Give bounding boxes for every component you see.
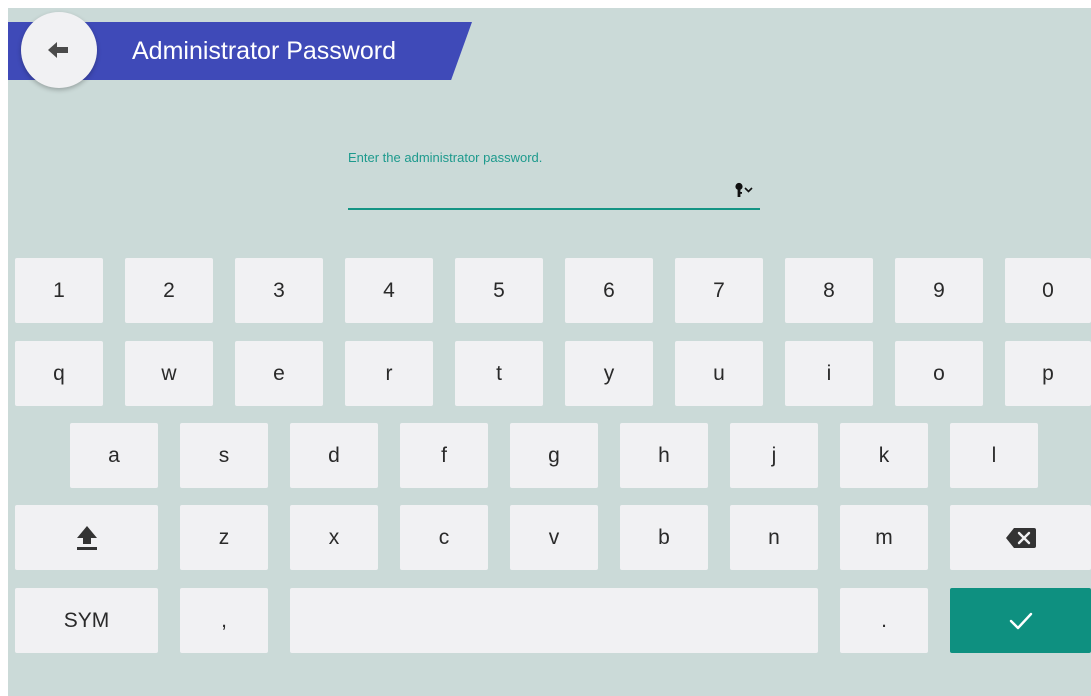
key-label: 1	[53, 278, 65, 302]
key-k[interactable]: k	[840, 423, 928, 488]
key-label: e	[273, 361, 285, 385]
sym-key[interactable]: SYM	[15, 588, 158, 653]
key-j[interactable]: j	[730, 423, 818, 488]
key-label: 9	[933, 278, 945, 302]
key-label: l	[991, 443, 997, 467]
key-c[interactable]: c	[400, 505, 488, 570]
key-label: a	[108, 443, 120, 467]
key-v[interactable]: v	[510, 505, 598, 570]
shift-icon	[76, 525, 97, 550]
key-b[interactable]: b	[620, 505, 708, 570]
key-label: 3	[273, 278, 285, 302]
key-7[interactable]: 7	[675, 258, 763, 323]
key-label: i	[826, 361, 832, 385]
password-field[interactable]	[348, 172, 760, 210]
key-label: 8	[823, 278, 835, 302]
key-label: h	[658, 443, 670, 467]
key-label: 2	[163, 278, 175, 302]
key-5[interactable]: 5	[455, 258, 543, 323]
key-r[interactable]: r	[345, 341, 433, 406]
key-label: k	[878, 443, 890, 467]
backspace-icon	[1005, 527, 1036, 548]
key-d[interactable]: d	[290, 423, 378, 488]
key-4[interactable]: 4	[345, 258, 433, 323]
key-label: m	[875, 525, 893, 549]
key-label: r	[385, 361, 393, 385]
key-label: w	[161, 361, 177, 385]
enter-key[interactable]	[950, 588, 1091, 653]
key-label: 4	[383, 278, 395, 302]
key-3[interactable]: 3	[235, 258, 323, 323]
key-label: d	[328, 443, 340, 467]
page-title: Administrator Password	[132, 37, 396, 65]
back-button[interactable]	[21, 12, 97, 88]
key-label: 6	[603, 278, 615, 302]
key-label: 5	[493, 278, 505, 302]
key-label: n	[768, 525, 780, 549]
key-f[interactable]: f	[400, 423, 488, 488]
key-o[interactable]: o	[895, 341, 983, 406]
key-w[interactable]: w	[125, 341, 213, 406]
key-y[interactable]: y	[565, 341, 653, 406]
password-input[interactable]	[348, 172, 722, 208]
key-x[interactable]: x	[290, 505, 378, 570]
backspace-key[interactable]	[950, 505, 1091, 570]
key-a[interactable]: a	[70, 423, 158, 488]
space-key[interactable]	[290, 588, 818, 653]
key-m[interactable]: m	[840, 505, 928, 570]
key-label: q	[53, 361, 65, 385]
key-0[interactable]: 0	[1005, 258, 1091, 323]
key-l[interactable]: l	[950, 423, 1038, 488]
key-label: x	[328, 525, 340, 549]
key-label: f	[441, 443, 447, 467]
key-label: o	[933, 361, 945, 385]
key-label: j	[771, 443, 777, 467]
key-visibility-toggle[interactable]	[730, 178, 760, 202]
key-t[interactable]: t	[455, 341, 543, 406]
comma-key[interactable]: ,	[180, 588, 268, 653]
key-u[interactable]: u	[675, 341, 763, 406]
key-h[interactable]: h	[620, 423, 708, 488]
key-label: y	[603, 361, 615, 385]
key-label: 0	[1042, 278, 1054, 302]
key-z[interactable]: z	[180, 505, 268, 570]
key-q[interactable]: q	[15, 341, 103, 406]
key-2[interactable]: 2	[125, 258, 213, 323]
key-label: b	[658, 525, 670, 549]
screen: Administrator Password Enter the adminis…	[8, 8, 1091, 696]
key-9[interactable]: 9	[895, 258, 983, 323]
key-label: c	[438, 525, 450, 549]
key-label: z	[218, 525, 230, 549]
key-label: ,	[221, 608, 227, 632]
key-label: v	[548, 525, 560, 549]
key-s[interactable]: s	[180, 423, 268, 488]
key-label: p	[1042, 361, 1054, 385]
key-label: g	[548, 443, 560, 467]
key-label: SYM	[63, 608, 110, 632]
key-visibility-icon	[735, 182, 753, 197]
key-n[interactable]: n	[730, 505, 818, 570]
key-1[interactable]: 1	[15, 258, 103, 323]
key-label: u	[713, 361, 725, 385]
key-label: t	[496, 361, 502, 385]
key-label: .	[881, 608, 887, 632]
key-6[interactable]: 6	[565, 258, 653, 323]
key-p[interactable]: p	[1005, 341, 1091, 406]
key-e[interactable]: e	[235, 341, 323, 406]
period-key[interactable]: .	[840, 588, 928, 653]
arrow-left-icon	[48, 42, 68, 58]
shift-key[interactable]	[15, 505, 158, 570]
key-g[interactable]: g	[510, 423, 598, 488]
key-i[interactable]: i	[785, 341, 873, 406]
key-8[interactable]: 8	[785, 258, 873, 323]
password-label: Enter the administrator password.	[348, 150, 543, 165]
key-label: 7	[713, 278, 725, 302]
key-label: s	[218, 443, 230, 467]
checkmark-icon	[1009, 612, 1032, 629]
